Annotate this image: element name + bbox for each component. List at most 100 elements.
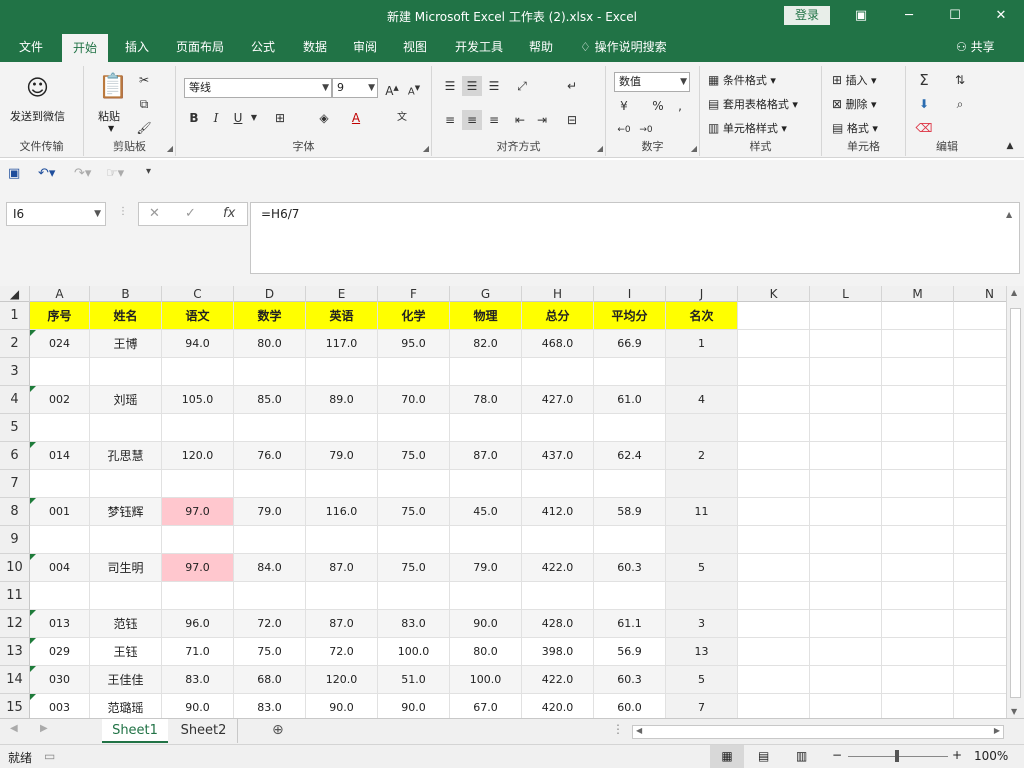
table-cell[interactable] <box>450 582 522 610</box>
header-cell[interactable]: 总分 <box>522 302 594 330</box>
row-header-2[interactable]: 2 <box>0 330 30 358</box>
table-cell[interactable] <box>234 358 306 386</box>
tab-insert[interactable]: 插入 <box>114 32 160 62</box>
expand-formula-icon[interactable]: ▲ <box>1006 210 1012 219</box>
row-header-7[interactable]: 7 <box>0 470 30 498</box>
empty-cell[interactable] <box>810 414 882 442</box>
table-cell[interactable] <box>162 526 234 554</box>
decrease-decimal-icon[interactable]: →0 <box>636 120 656 140</box>
table-cell[interactable] <box>450 358 522 386</box>
enter-icon[interactable]: ✓ <box>185 206 196 221</box>
column-header-k[interactable]: K <box>738 286 810 302</box>
table-cell[interactable]: 78.0 <box>450 386 522 414</box>
empty-cell[interactable] <box>810 302 882 330</box>
table-cell[interactable]: 75.0 <box>234 638 306 666</box>
table-cell[interactable]: 67.0 <box>450 694 522 718</box>
paste-button[interactable]: 粘贴 <box>98 108 120 124</box>
empty-cell[interactable] <box>810 498 882 526</box>
align-right-icon[interactable]: ≡ <box>484 110 504 130</box>
table-cell[interactable] <box>306 470 378 498</box>
header-cell[interactable]: 数学 <box>234 302 306 330</box>
table-cell[interactable] <box>378 358 450 386</box>
table-cell[interactable]: 90.0 <box>306 694 378 718</box>
empty-cell[interactable] <box>882 498 954 526</box>
cell-styles-button[interactable]: ▥ 单元格样式 ▾ <box>708 120 787 136</box>
clear-icon[interactable]: ⌫ <box>914 118 934 138</box>
insert-button[interactable]: ⊞ 插入 ▾ <box>832 72 877 88</box>
table-cell[interactable]: 97.0 <box>162 554 234 582</box>
table-cell[interactable]: 116.0 <box>306 498 378 526</box>
table-cell[interactable]: 89.0 <box>306 386 378 414</box>
align-top-icon[interactable]: ☰ <box>440 76 460 96</box>
error-indicator-icon[interactable] <box>30 610 36 616</box>
tab-splitter-icon[interactable]: ⋮ <box>612 722 624 736</box>
table-cell[interactable] <box>594 582 666 610</box>
empty-cell[interactable] <box>738 526 810 554</box>
table-cell[interactable]: 58.9 <box>594 498 666 526</box>
table-cell[interactable] <box>234 582 306 610</box>
table-cell[interactable]: 56.9 <box>594 638 666 666</box>
table-cell[interactable] <box>522 414 594 442</box>
empty-cell[interactable] <box>810 554 882 582</box>
share-button[interactable]: ⚇ 共享 <box>956 32 995 62</box>
empty-cell[interactable] <box>882 302 954 330</box>
table-cell[interactable]: 2 <box>666 442 738 470</box>
prev-sheet-icon[interactable]: ◀ <box>10 723 18 734</box>
table-cell[interactable] <box>450 414 522 442</box>
table-cell[interactable] <box>522 470 594 498</box>
empty-cell[interactable] <box>738 330 810 358</box>
page-break-view-icon[interactable]: ▥ <box>796 749 807 763</box>
splitter-icon[interactable]: ⋮ <box>118 206 128 217</box>
table-cell[interactable]: 79.0 <box>306 442 378 470</box>
empty-cell[interactable] <box>882 330 954 358</box>
table-cell[interactable]: 100.0 <box>450 666 522 694</box>
empty-cell[interactable] <box>810 386 882 414</box>
tell-me-search[interactable]: ♢ 操作说明搜索 <box>580 32 690 62</box>
table-cell[interactable]: 90.0 <box>162 694 234 718</box>
empty-cell[interactable] <box>810 358 882 386</box>
table-cell[interactable]: 002 <box>30 386 90 414</box>
number-launcher-icon[interactable]: ◢ <box>691 144 697 153</box>
table-cell[interactable] <box>90 526 162 554</box>
empty-cell[interactable] <box>738 582 810 610</box>
empty-cell[interactable] <box>738 358 810 386</box>
table-cell[interactable] <box>666 526 738 554</box>
table-cell[interactable]: 85.0 <box>234 386 306 414</box>
table-cell[interactable] <box>90 414 162 442</box>
table-cell[interactable] <box>306 526 378 554</box>
empty-cell[interactable] <box>738 554 810 582</box>
empty-cell[interactable] <box>882 694 954 718</box>
column-header-e[interactable]: E <box>306 286 378 302</box>
find-select-icon[interactable]: ⌕ <box>950 94 970 114</box>
table-cell[interactable]: 120.0 <box>306 666 378 694</box>
copy-icon[interactable]: ⧉ <box>134 94 154 114</box>
table-cell[interactable]: 030 <box>30 666 90 694</box>
underline-dropdown-icon[interactable]: ▼ <box>244 108 264 128</box>
table-cell[interactable] <box>594 470 666 498</box>
header-cell[interactable]: 语文 <box>162 302 234 330</box>
header-cell[interactable]: 英语 <box>306 302 378 330</box>
font-color-icon[interactable]: A <box>346 108 366 128</box>
zoom-in-icon[interactable]: + <box>952 748 962 762</box>
error-indicator-icon[interactable] <box>30 386 36 392</box>
empty-cell[interactable] <box>810 694 882 718</box>
font-name-combo[interactable]: 等线 ▼ <box>184 78 332 98</box>
table-cell[interactable] <box>90 358 162 386</box>
table-cell[interactable]: 428.0 <box>522 610 594 638</box>
table-cell[interactable]: 420.0 <box>522 694 594 718</box>
empty-cell[interactable] <box>738 414 810 442</box>
paste-dropdown-icon[interactable]: ▼ <box>108 124 114 133</box>
column-header-c[interactable]: C <box>162 286 234 302</box>
empty-cell[interactable] <box>738 302 810 330</box>
table-cell[interactable]: 3 <box>666 610 738 638</box>
page-layout-view-icon[interactable]: ▤ <box>758 749 769 763</box>
empty-cell[interactable] <box>882 638 954 666</box>
header-cell[interactable]: 名次 <box>666 302 738 330</box>
empty-cell[interactable] <box>738 694 810 718</box>
tab-help[interactable]: 帮助 <box>518 32 564 62</box>
customize-qat-icon[interactable]: ▾ <box>146 166 151 177</box>
add-sheet-icon[interactable]: ⊕ <box>272 722 284 738</box>
login-button[interactable]: 登录 <box>784 6 830 25</box>
table-cell[interactable]: 72.0 <box>234 610 306 638</box>
empty-cell[interactable] <box>882 414 954 442</box>
